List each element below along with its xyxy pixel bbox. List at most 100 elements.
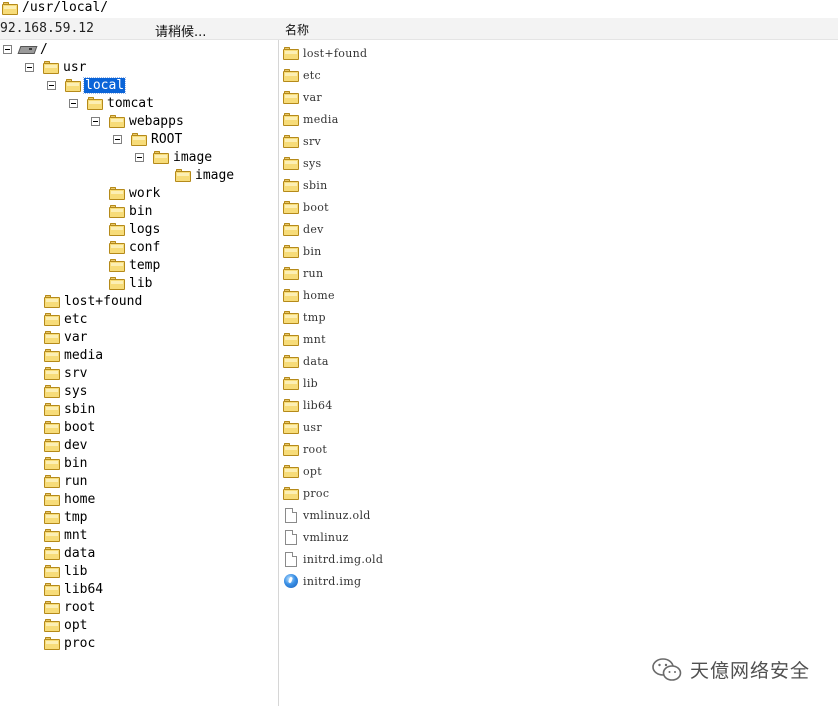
tree-node-top[interactable]: lost+found	[44, 292, 143, 310]
list-item[interactable]: initrd.img.old	[283, 550, 383, 568]
wechat-logo-icon	[652, 657, 682, 681]
tree-node-work[interactable]: work	[109, 184, 161, 202]
tree-node-top[interactable]: sbin	[44, 400, 96, 418]
list-item[interactable]: srv	[283, 132, 321, 150]
list-item[interactable]: lib64	[283, 396, 333, 414]
tree-node-top[interactable]: root	[44, 598, 96, 616]
list-item[interactable]: proc	[283, 484, 329, 502]
folder-icon	[131, 132, 147, 146]
tree-node-top[interactable]: srv	[44, 364, 88, 382]
tree-node-label: run	[64, 473, 88, 489]
tree-node-label: sys	[64, 383, 88, 399]
collapse-toggle[interactable]	[135, 152, 144, 162]
tree-node-top[interactable]: lib64	[44, 580, 104, 598]
tree-node-conf[interactable]: conf	[109, 238, 161, 256]
list-item[interactable]: run	[283, 264, 323, 282]
tree-node-label: boot	[64, 419, 96, 435]
collapse-toggle[interactable]	[91, 116, 100, 126]
list-item[interactable]: sys	[283, 154, 321, 172]
tree-node-lib[interactable]: lib	[109, 274, 153, 292]
host-address: 92.168.59.12	[0, 21, 94, 36]
list-item[interactable]: data	[283, 352, 329, 370]
tree-node-local[interactable]: local	[47, 76, 127, 94]
tree-node-top[interactable]: bin	[44, 454, 88, 472]
tree-node-top[interactable]: sys	[44, 382, 88, 400]
tree-node-root[interactable]: /	[3, 40, 49, 58]
tree-node-top[interactable]: home	[44, 490, 96, 508]
tree-node-label: lib	[64, 563, 88, 579]
list-item[interactable]: home	[283, 286, 335, 304]
list-item[interactable]: mnt	[283, 330, 326, 348]
folder-icon	[283, 46, 299, 60]
tree-node-label: root	[64, 599, 96, 615]
tree-node-top[interactable]: run	[44, 472, 88, 490]
tree-node-usr[interactable]: usr	[25, 58, 87, 76]
folder-icon	[44, 546, 60, 560]
tree-node-label: etc	[64, 311, 88, 327]
list-item[interactable]: boot	[283, 198, 329, 216]
folder-icon	[283, 200, 299, 214]
tree-node-root-dir[interactable]: ROOT	[113, 130, 183, 148]
tree-node-bin[interactable]: bin	[109, 202, 153, 220]
folder-icon	[283, 486, 299, 500]
tree-node-top[interactable]: media	[44, 346, 104, 364]
tree-node-label: lib64	[64, 581, 104, 597]
tree-node-label: tmp	[64, 509, 88, 525]
folder-icon	[283, 332, 299, 346]
tree-node-logs[interactable]: logs	[109, 220, 161, 238]
collapse-toggle[interactable]	[113, 134, 122, 144]
list-item[interactable]: var	[283, 88, 322, 106]
list-item[interactable]: vmlinuz.old	[283, 506, 371, 524]
tree-node-label: proc	[64, 635, 96, 651]
tree-node-tomcat[interactable]: tomcat	[69, 94, 155, 112]
column-header-name[interactable]: 名称	[285, 21, 309, 38]
tree-node-top[interactable]: dev	[44, 436, 88, 454]
tree-node-label: image	[173, 149, 213, 165]
pane-divider[interactable]	[278, 40, 279, 706]
folder-open-icon	[65, 78, 81, 92]
tree-node-top[interactable]: tmp	[44, 508, 88, 526]
list-item[interactable]: usr	[283, 418, 322, 436]
folder-icon	[283, 442, 299, 456]
tree-node-top[interactable]: etc	[44, 310, 88, 328]
tree-node-top[interactable]: proc	[44, 634, 96, 652]
tree-node-label-selected: local	[82, 76, 127, 94]
tree-node-temp[interactable]: temp	[109, 256, 161, 274]
list-item[interactable]: lib	[283, 374, 318, 392]
folder-icon	[44, 600, 60, 614]
collapse-toggle[interactable]	[3, 44, 12, 54]
tree-node-label: dev	[64, 437, 88, 453]
tree-node-top[interactable]: lib	[44, 562, 88, 580]
list-item[interactable]: lost+found	[283, 44, 367, 62]
folder-icon	[44, 438, 60, 452]
tree-node-top[interactable]: var	[44, 328, 88, 346]
tree-node-image-child[interactable]: image	[175, 166, 235, 184]
tree-node-top[interactable]: opt	[44, 616, 88, 634]
list-item-name: tmp	[303, 310, 326, 324]
current-path[interactable]: /usr/local/	[22, 0, 108, 16]
list-item[interactable]: media	[283, 110, 339, 128]
list-item-name: lib64	[303, 398, 333, 412]
tree-node-top[interactable]: mnt	[44, 526, 88, 544]
list-item[interactable]: initrd.img	[283, 572, 361, 590]
folder-icon	[283, 464, 299, 478]
list-item[interactable]: sbin	[283, 176, 328, 194]
list-item[interactable]: etc	[283, 66, 321, 84]
collapse-toggle[interactable]	[69, 98, 78, 108]
collapse-toggle[interactable]	[25, 62, 34, 72]
list-item[interactable]: root	[283, 440, 327, 458]
list-item[interactable]: tmp	[283, 308, 326, 326]
tree-node-top[interactable]: boot	[44, 418, 96, 436]
list-item[interactable]: opt	[283, 462, 322, 480]
list-item-name: data	[303, 354, 329, 368]
tree-node-label: bin	[64, 455, 88, 471]
tree-node-label: var	[64, 329, 88, 345]
tree-node-webapps[interactable]: webapps	[91, 112, 185, 130]
collapse-toggle[interactable]	[47, 80, 56, 90]
folder-icon	[44, 312, 60, 326]
tree-node-image[interactable]: image	[135, 148, 213, 166]
list-item[interactable]: bin	[283, 242, 322, 260]
tree-node-top[interactable]: data	[44, 544, 96, 562]
list-item[interactable]: dev	[283, 220, 324, 238]
list-item[interactable]: vmlinuz	[283, 528, 349, 546]
